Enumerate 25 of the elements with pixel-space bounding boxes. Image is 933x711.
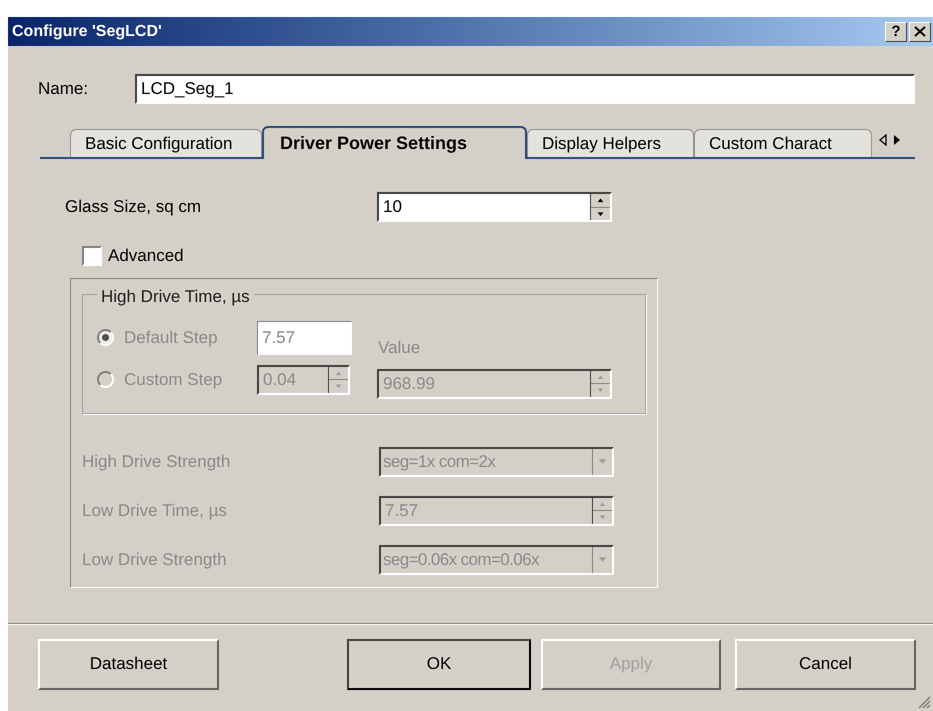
dialog-button[interactable]: Cancel [735, 638, 916, 690]
tab[interactable]: Driver Power Settings [262, 126, 527, 159]
tab[interactable]: Basic Configuration [70, 129, 262, 157]
name-field[interactable]: LCD_Seg_1 [135, 74, 915, 104]
setting-label: High Drive Strength [82, 450, 232, 473]
value-label: Value [378, 336, 420, 358]
close-icon [914, 26, 926, 37]
option-label: Custom Step [124, 368, 224, 391]
setting-label: Low Drive Time, µs [82, 500, 228, 522]
scroll-right-icon[interactable] [893, 134, 901, 146]
dialog-button[interactable]: OK [347, 638, 531, 690]
glass-size-label: Glass Size, sq cm [65, 196, 202, 218]
option-label: Default Step [124, 326, 219, 349]
advanced-label: Advanced [108, 245, 184, 267]
name-label: Name: [38, 78, 90, 100]
glass-size-spinner[interactable]: 10 [377, 192, 612, 222]
tab[interactable]: Display Helpers [527, 129, 694, 157]
help-button[interactable]: ? [885, 22, 907, 42]
dialog-button[interactable]: Datasheet [38, 638, 219, 690]
resize-grip-icon[interactable] [917, 695, 931, 709]
setting-label: Low Drive Strength [82, 548, 228, 571]
window-title: Configure 'SegLCD' [12, 22, 162, 42]
scroll-left-icon[interactable] [879, 134, 887, 146]
tab[interactable]: Custom Charact [694, 129, 872, 157]
close-button[interactable] [909, 22, 931, 42]
